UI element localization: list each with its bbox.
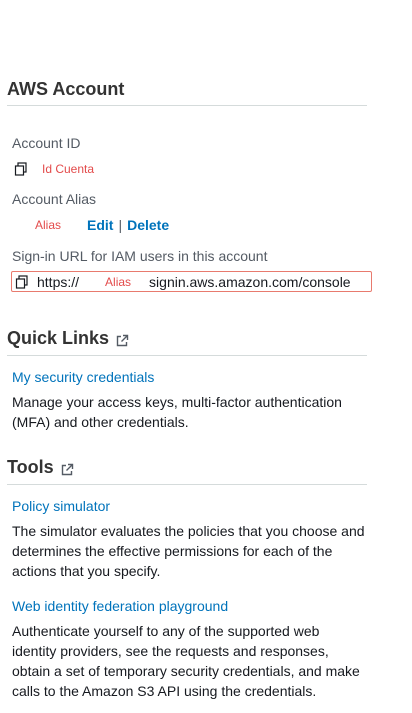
section-divider — [7, 484, 367, 485]
delete-alias-link[interactable]: Delete — [127, 217, 169, 233]
external-link-icon — [60, 460, 74, 476]
section-divider — [7, 105, 367, 106]
quick-links-title-text: Quick Links — [7, 328, 110, 348]
signin-url-alias: Alias — [105, 274, 132, 289]
aws-account-panel: AWS Account Account ID Id Cuenta Account… — [0, 0, 412, 713]
aws-account-title: AWS Account — [7, 79, 125, 99]
signin-url-suffix: signin.aws.amazon.com/console — [149, 273, 351, 290]
account-alias-label: Account Alias — [12, 191, 97, 207]
signin-url-prefix: https:// — [37, 273, 80, 290]
copy-icon[interactable] — [15, 274, 29, 289]
section-divider — [7, 355, 367, 356]
account-id-value: Id Cuenta — [42, 162, 95, 176]
account-id-label: Account ID — [12, 135, 81, 151]
my-security-credentials-link[interactable]: My security credentials — [12, 368, 154, 386]
web-identity-playground-link[interactable]: Web identity federation playground — [12, 597, 228, 615]
account-id-row: Id Cuenta — [14, 160, 94, 178]
account-alias-value: Alias — [35, 218, 62, 232]
edit-alias-link[interactable]: Edit — [87, 217, 113, 233]
tools-title: Tools — [7, 456, 74, 478]
tools-title-text: Tools — [7, 457, 54, 477]
policy-simulator-link[interactable]: Policy simulator — [12, 497, 110, 515]
web-identity-playground-description: Authenticate yourself to any of the supp… — [12, 623, 360, 699]
policy-simulator-description: The simulator evaluates the policies tha… — [12, 523, 365, 579]
copy-icon[interactable] — [14, 162, 28, 176]
signin-url-label: Sign-in URL for IAM users in this accoun… — [12, 248, 268, 264]
quick-links-title: Quick Links — [7, 327, 129, 349]
my-security-credentials-description: Manage your access keys, multi-factor au… — [12, 394, 342, 430]
link-separator: | — [118, 217, 123, 233]
account-alias-row: Alias Edit | Delete — [35, 216, 169, 234]
external-link-icon — [115, 331, 129, 347]
signin-url-box[interactable]: https:// Alias signin.aws.amazon.com/con… — [11, 271, 372, 292]
